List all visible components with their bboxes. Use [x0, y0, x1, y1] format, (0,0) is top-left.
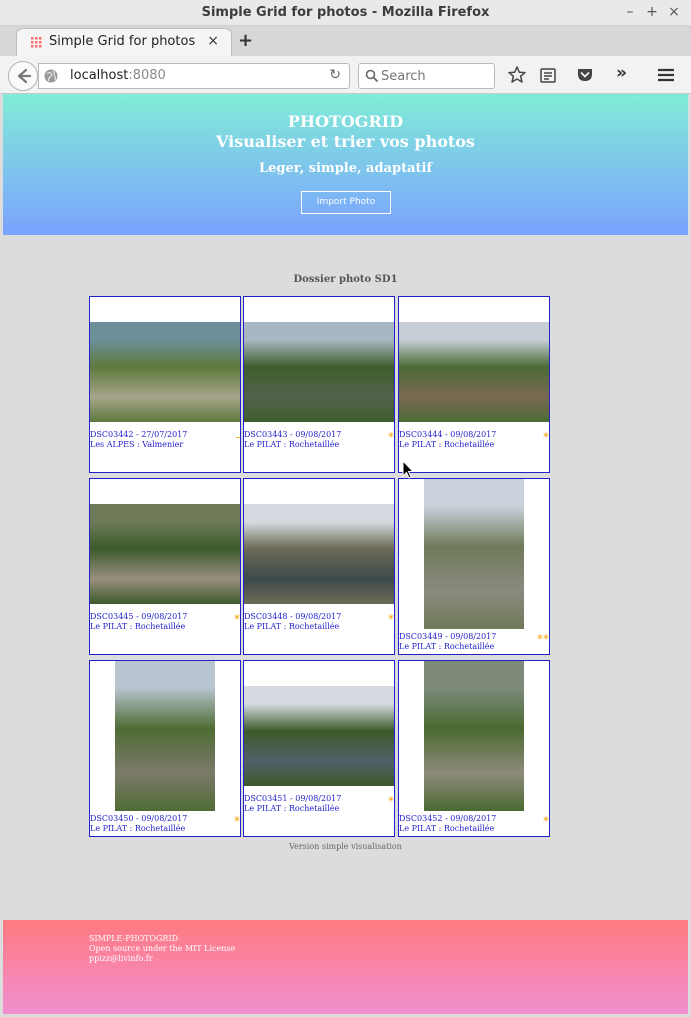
photo-name: DSC03449 - 09/08/2017	[399, 632, 497, 641]
photo-card[interactable]: DSC03445 - 09/08/2017 Le PILAT : Rochetai…	[89, 478, 241, 655]
photo-name: DSC03444 - 09/08/2017	[399, 430, 497, 439]
photo-card[interactable]: DSC03452 - 09/08/2017 Le PILAT : Rochetai…	[398, 660, 550, 837]
photo-card[interactable]: DSC03449 - 09/08/2017 Le PILAT : Rochetai…	[398, 478, 550, 655]
rating-stars[interactable]: *	[234, 815, 240, 827]
photo-name: DSC03448 - 09/08/2017	[244, 612, 342, 621]
globe-icon	[44, 69, 58, 83]
tab-label: Simple Grid for photos	[49, 34, 196, 49]
photo-location: Les ALPES : Valmenier	[90, 440, 184, 449]
brand-title: PHOTOGRID	[287, 112, 404, 131]
photo-location: Le PILAT : Rochetaillée	[90, 622, 186, 631]
photo-location: Le PILAT : Rochetaillée	[399, 824, 495, 833]
photo-location: Le PILAT : Rochetaillée	[399, 642, 495, 651]
version-text: Version simple visualisation	[289, 842, 402, 851]
reading-list-icon[interactable]	[538, 65, 558, 85]
page-subtitle: Leger, simple, adaptatif	[258, 161, 433, 176]
rating-stars[interactable]: **	[537, 633, 549, 645]
photo-card[interactable]: DSC03442 - 27/07/2017 Les ALPES : Valmeni…	[89, 296, 241, 473]
photo-name: DSC03442 - 27/07/2017	[90, 430, 188, 439]
photo-location: Le PILAT : Rochetaillée	[90, 824, 186, 833]
tab-strip: Simple Grid for photos × +	[0, 26, 691, 56]
photo-location: Le PILAT : Rochetaillée	[244, 804, 340, 813]
rating-stars[interactable]: -	[236, 431, 240, 443]
tab-close-icon[interactable]: ×	[207, 33, 219, 49]
url-bar[interactable]: localhost:8080 ↻	[38, 63, 350, 89]
rating-stars[interactable]: *	[388, 613, 394, 625]
photo-thumbnail[interactable]	[424, 661, 524, 811]
bookmark-star-icon[interactable]	[507, 65, 527, 85]
photo-card[interactable]: DSC03443 - 09/08/2017 Le PILAT : Rochetai…	[243, 296, 395, 473]
photo-thumbnail[interactable]	[424, 479, 524, 629]
back-arrow-icon	[17, 68, 32, 84]
photo-thumbnail[interactable]	[115, 661, 215, 811]
rating-stars[interactable]: *	[388, 431, 394, 443]
photo-thumbnail[interactable]	[244, 322, 394, 422]
photo-thumbnail[interactable]	[90, 322, 240, 422]
photo-name: DSC03452 - 09/08/2017	[399, 814, 497, 823]
window-title: Simple Grid for photos - Mozilla Firefox	[201, 5, 490, 20]
hamburger-menu-icon[interactable]	[656, 65, 676, 85]
photo-location: Le PILAT : Rochetaillée	[399, 440, 495, 449]
search-icon	[365, 69, 379, 83]
rating-stars[interactable]: *	[543, 431, 549, 443]
tab-simple-grid[interactable]: Simple Grid for photos ×	[16, 28, 232, 56]
photo-thumbnail[interactable]	[90, 504, 240, 604]
photo-name: DSC03445 - 09/08/2017	[90, 612, 188, 621]
photo-thumbnail[interactable]	[244, 504, 394, 604]
folder-title: Dossier photo SD1	[293, 274, 398, 285]
photo-card[interactable]: DSC03451 - 09/08/2017 Le PILAT : Rochetai…	[243, 660, 395, 837]
page-tagline: Visualiser et trier vos photos	[216, 132, 475, 151]
overflow-chevron-icon[interactable]: »	[616, 63, 636, 83]
import-photo-button[interactable]: Import Photo	[301, 191, 391, 214]
page-footer: SIMPLE-PHOTOGRID Open source under the M…	[3, 920, 688, 1014]
photo-name: DSC03443 - 09/08/2017	[244, 430, 342, 439]
footer-email[interactable]: ppizz@livinfo.fr	[89, 954, 235, 964]
photo-card[interactable]: DSC03448 - 09/08/2017 Le PILAT : Rochetai…	[243, 478, 395, 655]
close-window-button[interactable]: ×	[666, 4, 682, 20]
grid-favicon-icon	[31, 37, 42, 48]
maximize-button[interactable]: +	[644, 4, 660, 20]
rating-stars[interactable]: *	[388, 795, 394, 807]
photo-thumbnail[interactable]	[399, 322, 549, 422]
mouse-cursor-icon	[402, 460, 414, 479]
rating-stars[interactable]: *	[234, 613, 240, 625]
rating-stars[interactable]: *	[543, 815, 549, 827]
navigation-toolbar: localhost:8080 ↻ »	[0, 56, 691, 94]
page-header: PHOTOGRID Visualiser et trier vos photos…	[3, 94, 688, 235]
photo-location: Le PILAT : Rochetaillée	[244, 622, 340, 631]
window-titlebar: Simple Grid for photos - Mozilla Firefox…	[0, 0, 691, 26]
reload-icon[interactable]: ↻	[329, 67, 341, 83]
search-input[interactable]	[381, 67, 491, 85]
photo-card[interactable]: DSC03444 - 09/08/2017 Le PILAT : Rochetai…	[398, 296, 550, 473]
photo-location: Le PILAT : Rochetaillée	[244, 440, 340, 449]
url-text: localhost:8080	[70, 68, 166, 83]
photo-name: DSC03450 - 09/08/2017	[90, 814, 188, 823]
minimize-button[interactable]: –	[622, 4, 638, 20]
search-bar[interactable]	[358, 63, 495, 89]
back-button[interactable]	[8, 61, 38, 91]
footer-project-name: SIMPLE-PHOTOGRID	[89, 934, 179, 943]
photo-card[interactable]: DSC03450 - 09/08/2017 Le PILAT : Rochetai…	[89, 660, 241, 837]
footer-license: Open source under the MIT License	[89, 944, 236, 953]
photo-thumbnail[interactable]	[244, 686, 394, 786]
new-tab-button[interactable]: +	[238, 30, 253, 51]
photo-name: DSC03451 - 09/08/2017	[244, 794, 342, 803]
pocket-icon[interactable]	[575, 65, 595, 85]
